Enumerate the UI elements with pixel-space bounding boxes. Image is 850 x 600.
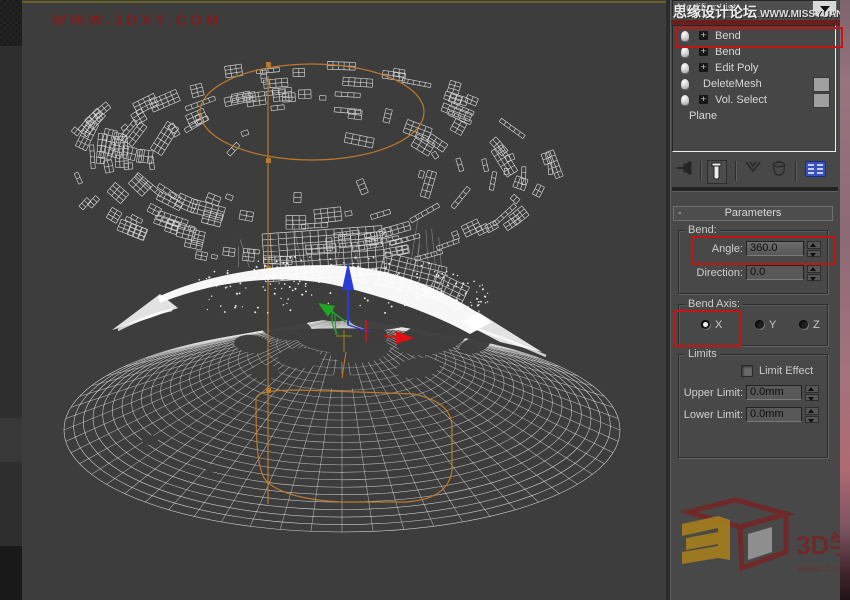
gray-square [813,93,830,108]
background-photo-strip [840,0,850,600]
make-unique-icon[interactable] [745,160,763,174]
upper-limit-field[interactable]: 0.0mm [746,385,802,400]
stack-toolbar [671,156,840,186]
axis-y-label: Y [769,317,776,333]
pin-stack-icon[interactable] [676,160,696,176]
lightbulb-icon[interactable] [681,79,689,89]
viewport-canvas[interactable] [22,0,666,600]
lightbulb-icon[interactable] [681,63,689,73]
upper-limit-spinner[interactable] [805,385,819,401]
stack-item-vol-select[interactable]: + Vol. Select [673,92,835,108]
bend-axis-group: Bend Axis: X Y Z [678,304,828,346]
limits-group: Limits Limit Effect Upper Limit: 0.0mm L… [678,354,828,458]
active-viewport-border [22,1,666,3]
expand-icon[interactable]: + [699,31,708,40]
upper-limit-label: Upper Limit: [679,385,743,401]
direction-field[interactable]: 0.0 [746,265,804,280]
axis-z-radio[interactable] [799,320,808,329]
parameters-rollout-header[interactable]: - Parameters [673,206,833,221]
axis-x-radio[interactable] [701,320,710,329]
stack-item-bend-1[interactable]: + Bend [673,28,835,44]
lightbulb-icon[interactable] [681,47,689,57]
limits-title: Limits [685,348,720,360]
bend-axis-title: Bend Axis: [685,298,743,310]
direction-label: Direction: [679,265,743,281]
axis-y-radio[interactable] [755,320,764,329]
lower-limit-label: Lower Limit: [679,407,743,423]
panel-groove [672,187,838,192]
stack-item-edit-poly[interactable]: + Edit Poly [673,60,835,76]
rollout-title: Parameters [725,207,782,219]
expand-icon[interactable]: + [699,47,708,56]
lower-limit-spinner[interactable] [805,407,819,423]
stack-item-plane[interactable]: Plane [673,108,835,124]
expand-icon[interactable]: + [699,95,708,104]
direction-spinner[interactable] [807,265,821,281]
checker-pattern [0,0,22,46]
lightbulb-icon[interactable] [681,31,689,41]
expand-icon[interactable]: + [699,63,708,72]
remove-modifier-icon[interactable] [771,160,788,177]
watermark-3dxy: WWW.3DXY.COM [52,12,223,29]
chevron-down-icon [820,6,830,12]
bend-group: Bend: Angle: 360.0 Direction: 0.0 [678,230,828,294]
lower-limit-field[interactable]: 0.0mm [746,407,802,422]
lightbulb-icon[interactable] [681,95,689,105]
modifier-list-dropdown[interactable]: Modifier List [672,0,837,17]
limit-effect-checkbox[interactable] [741,365,753,377]
show-end-result-icon[interactable] [707,160,727,184]
dropdown-arrow-button[interactable] [812,1,836,16]
perspective-viewport[interactable]: WWW.3DXY.COM [22,0,666,600]
modify-command-panel: Modifier List 思缘设计论坛 WWW.MISSYUAN.COM + … [671,0,840,600]
bend-group-title: Bend: [685,224,720,236]
left-toolbar-strip [0,0,22,600]
gray-square [813,77,830,92]
3dsmax-window: { "glyphs": { "plus": "+", "minus": "-" … [0,0,850,600]
modifier-list-label: Modifier List [677,2,736,14]
stack-item-bend-2[interactable]: + Bend [673,44,835,60]
angle-field[interactable]: 360.0 [746,241,804,256]
modifier-stack: + Bend + Bend + Edit Poly DeleteMesh + [672,25,836,152]
limit-effect-label: Limit Effect [759,363,813,379]
angle-label: Angle: [679,241,743,257]
angle-spinner[interactable] [807,241,821,257]
collapse-icon: - [678,207,682,220]
axis-z-label: Z [813,317,820,333]
configure-modifier-sets-icon[interactable] [805,160,827,178]
stack-item-deletemesh[interactable]: DeleteMesh [673,76,835,92]
axis-x-label: X [715,317,722,333]
